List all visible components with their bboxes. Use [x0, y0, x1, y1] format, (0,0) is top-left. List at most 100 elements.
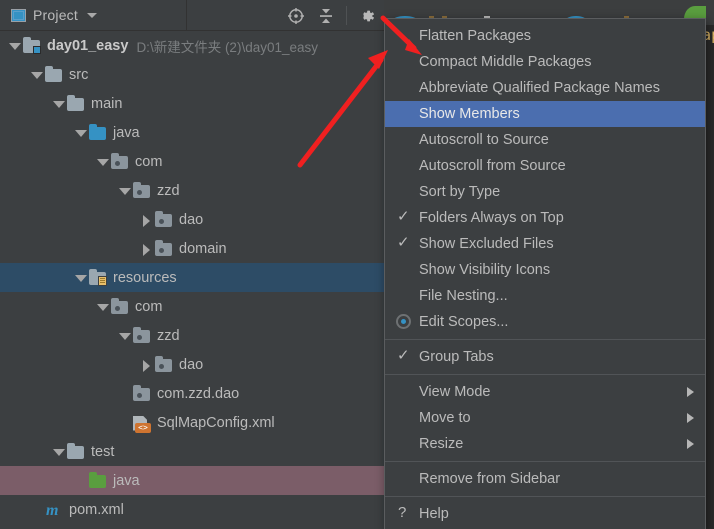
- tree-node[interactable]: dao: [0, 205, 384, 234]
- menu-item[interactable]: Edit Scopes...: [385, 309, 705, 335]
- menu-separator: [385, 496, 705, 497]
- tree-node[interactable]: com.zzd.dao: [0, 379, 384, 408]
- tree-node-label: test: [91, 443, 115, 460]
- tree-node[interactable]: resources: [0, 263, 384, 292]
- menu-item-label: Autoscroll to Source: [419, 132, 549, 148]
- menu-item-label: Show Members: [419, 106, 520, 122]
- menu-item[interactable]: ✓ Show Excluded Files: [385, 231, 705, 257]
- menu-item[interactable]: Show Members: [385, 101, 705, 127]
- menu-item-label: Show Excluded Files: [419, 236, 554, 252]
- tree-node[interactable]: src: [0, 60, 384, 89]
- ide-screenshot: <mapper n 配 n 配 a 这 < < < < u n t > n 25…: [0, 0, 714, 529]
- tree-node-label: pom.xml: [69, 501, 124, 518]
- menu-separator: [385, 339, 705, 340]
- check-icon: ✓: [397, 208, 410, 225]
- tree-node[interactable]: com: [0, 147, 384, 176]
- chevron-down-icon[interactable]: [72, 270, 88, 286]
- collapse-all-icon: [320, 8, 332, 23]
- menu-item[interactable]: Abbreviate Qualified Package Names: [385, 75, 705, 101]
- tree-node-label: domain: [179, 240, 227, 257]
- chevron-right-icon[interactable]: [138, 357, 154, 373]
- menu-item[interactable]: ✓ Group Tabs: [385, 344, 705, 370]
- menu-item[interactable]: Sort by Type: [385, 179, 705, 205]
- chevron-down-icon[interactable]: [72, 125, 88, 141]
- tree-node-label: com.zzd.dao: [157, 385, 240, 402]
- tree-node[interactable]: m pom.xml: [0, 495, 384, 524]
- tree-node-label: zzd: [157, 327, 180, 344]
- chevron-down-icon[interactable]: [28, 67, 44, 83]
- tree-node[interactable]: test: [0, 437, 384, 466]
- chevron-right-icon[interactable]: [138, 241, 154, 257]
- tree-node-label: src: [69, 66, 89, 83]
- chevron-down-icon[interactable]: [116, 328, 132, 344]
- resource-root-icon: [88, 268, 108, 286]
- tree-twisty-spacer: [116, 386, 132, 402]
- menu-item[interactable]: Move to: [385, 405, 705, 431]
- check-icon: ✓: [397, 347, 410, 364]
- menu-item[interactable]: Autoscroll to Source: [385, 127, 705, 153]
- project-tool-window: Project day01_easy D:\新建文件夹 (2)\day01_ea…: [0, 0, 384, 529]
- menu-item[interactable]: ✓ Folders Always on Top: [385, 205, 705, 231]
- tree-twisty-spacer: [28, 502, 44, 518]
- menu-item[interactable]: Flatten Packages: [385, 23, 705, 49]
- gear-icon: [363, 10, 374, 21]
- menu-item[interactable]: View Mode: [385, 379, 705, 405]
- menu-item[interactable]: Compact Middle Packages: [385, 49, 705, 75]
- project-tree[interactable]: day01_easy D:\新建文件夹 (2)\day01_easysrc main…: [0, 31, 384, 529]
- chevron-down-icon[interactable]: [94, 154, 110, 170]
- menu-item[interactable]: Show Visibility Icons: [385, 257, 705, 283]
- package-icon: [132, 384, 152, 402]
- chevron-down-icon[interactable]: [6, 38, 22, 54]
- select-opened-file-button[interactable]: [283, 3, 309, 29]
- tree-node[interactable]: java: [0, 118, 384, 147]
- menu-item[interactable]: File Nesting...: [385, 283, 705, 309]
- menu-item-label: Help: [419, 506, 449, 522]
- tree-node[interactable]: day01_easy D:\新建文件夹 (2)\day01_easy: [0, 31, 384, 60]
- menu-item[interactable]: Remove from Sidebar: [385, 466, 705, 492]
- tree-node-label: dao: [179, 356, 204, 373]
- package-icon: [132, 181, 152, 199]
- menu-item-label: Abbreviate Qualified Package Names: [419, 80, 660, 96]
- package-icon: [154, 355, 174, 373]
- package-icon: [154, 210, 174, 228]
- tree-node-label: main: [91, 95, 123, 112]
- folder-icon: [66, 94, 86, 112]
- project-window-icon: [11, 8, 26, 22]
- tree-node[interactable]: dao: [0, 350, 384, 379]
- tree-node[interactable]: External Libraries: [0, 524, 384, 529]
- menu-item[interactable]: Resize: [385, 431, 705, 457]
- chevron-right-icon[interactable]: [138, 212, 154, 228]
- options-button[interactable]: [354, 3, 380, 29]
- tree-node[interactable]: <> SqlMapConfig.xml: [0, 408, 384, 437]
- chevron-down-icon[interactable]: [86, 12, 97, 18]
- menu-item-label: Sort by Type: [419, 184, 501, 200]
- project-options-context-menu[interactable]: Flatten Packages Compact Middle Packages A…: [384, 18, 706, 529]
- tree-node[interactable]: com: [0, 292, 384, 321]
- tree-node[interactable]: zzd: [0, 321, 384, 350]
- tree-node[interactable]: java: [0, 466, 384, 495]
- menu-item[interactable]: Autoscroll from Source: [385, 153, 705, 179]
- menu-item-label: File Nesting...: [419, 288, 508, 304]
- collapse-all-button[interactable]: [313, 3, 339, 29]
- chevron-down-icon[interactable]: [50, 444, 66, 460]
- menu-item-label: Flatten Packages: [419, 28, 532, 44]
- tree-node-label: com: [135, 153, 163, 170]
- tree-node-label: java: [113, 472, 140, 489]
- chevron-down-icon[interactable]: [50, 96, 66, 112]
- project-title-group[interactable]: Project: [0, 7, 186, 23]
- tree-node[interactable]: zzd: [0, 176, 384, 205]
- project-tool-window-header: Project: [0, 0, 384, 31]
- tree-node[interactable]: domain: [0, 234, 384, 263]
- chevron-down-icon[interactable]: [94, 299, 110, 315]
- xml-file-icon: <>: [132, 415, 152, 433]
- project-toolbar: [283, 0, 380, 31]
- menu-item-label: Remove from Sidebar: [419, 471, 561, 487]
- menu-item[interactable]: ? Help: [385, 501, 705, 527]
- menu-item-label: Edit Scopes...: [419, 314, 509, 330]
- tree-node[interactable]: main: [0, 89, 384, 118]
- menu-item-label: View Mode: [419, 384, 491, 400]
- menu-item-label: Resize: [419, 436, 464, 452]
- chevron-down-icon[interactable]: [116, 183, 132, 199]
- maven-pom-icon: m: [46, 501, 59, 519]
- package-icon: [154, 239, 174, 257]
